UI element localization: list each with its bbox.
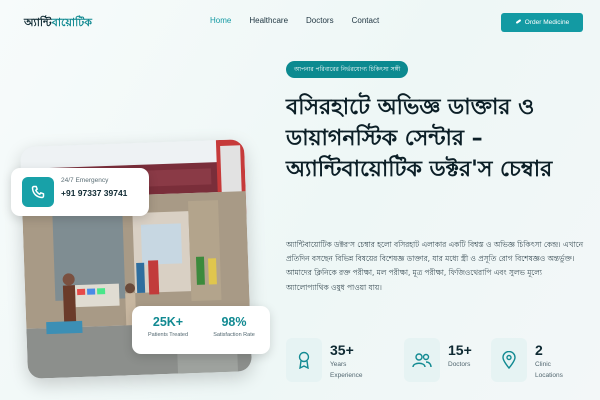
nav-contact[interactable]: Contact bbox=[352, 16, 380, 25]
count-patients: 25K+ Patients Treated bbox=[136, 315, 200, 338]
count-label: Satisfaction Rate bbox=[213, 332, 255, 338]
stat-label: Years bbox=[330, 361, 347, 368]
stat-experience: 35+ Years Experience bbox=[286, 338, 363, 382]
count-satisfaction: 98% Satisfaction Rate bbox=[202, 315, 266, 338]
nav-doctors[interactable]: Doctors bbox=[306, 16, 334, 25]
pill-icon bbox=[515, 18, 522, 27]
hero-description: অ্যান্টিবায়োটিক ডক্টর'স চেম্বার হলো বসি… bbox=[286, 240, 584, 292]
logo[interactable]: অ্যান্টিবায়োটিক bbox=[24, 14, 92, 33]
stat-label: Doctors bbox=[448, 361, 471, 368]
stat-locations: 2 Clinic Locations bbox=[491, 338, 563, 382]
stat-label: Experience bbox=[330, 372, 363, 379]
counts-card: 25K+ Patients Treated 98% Satisfaction R… bbox=[132, 306, 270, 354]
top-nav: অ্যান্টিবায়োটিক Home Healthcare Doctors… bbox=[0, 0, 600, 44]
emergency-label: 24/7 Emergency bbox=[61, 177, 109, 184]
map-pin-icon bbox=[491, 338, 527, 382]
logo-accent: বায়োটিক bbox=[51, 16, 92, 29]
tagline-badge: আপনার পরিবারের নির্ভরযোগ্য চিকিৎসা সঙ্গী bbox=[286, 61, 409, 78]
page-title: বসিরহাটে অভিজ্ঞ ডাক্তার ও ডায়াগনস্টিক স… bbox=[286, 95, 553, 182]
nav-healthcare[interactable]: Healthcare bbox=[249, 16, 288, 25]
count-value: 25K+ bbox=[152, 315, 184, 329]
award-icon bbox=[286, 338, 322, 382]
phone-icon bbox=[22, 177, 54, 207]
users-icon bbox=[404, 338, 440, 382]
stat-doctors: 15+ Doctors bbox=[404, 338, 472, 382]
count-value: 98% bbox=[221, 315, 247, 329]
stat-label: Locations bbox=[535, 372, 563, 379]
emergency-card[interactable]: 24/7 Emergency +91 97337 39741 bbox=[11, 168, 149, 216]
order-medicine-button[interactable]: Order Medicine bbox=[501, 13, 583, 32]
order-medicine-label: Order Medicine bbox=[524, 19, 570, 26]
nav-links: Home Healthcare Doctors Contact bbox=[210, 16, 397, 25]
stat-label: Clinic bbox=[535, 361, 551, 368]
nav-home[interactable]: Home bbox=[210, 16, 231, 25]
logo-main: অ্যান্টি bbox=[24, 16, 52, 29]
stat-value: 15+ bbox=[448, 342, 472, 358]
stat-value: 2 bbox=[535, 342, 543, 358]
stat-value: 35+ bbox=[330, 342, 354, 358]
emergency-phone[interactable]: +91 97337 39741 bbox=[61, 188, 127, 198]
count-label: Patients Treated bbox=[147, 332, 189, 338]
